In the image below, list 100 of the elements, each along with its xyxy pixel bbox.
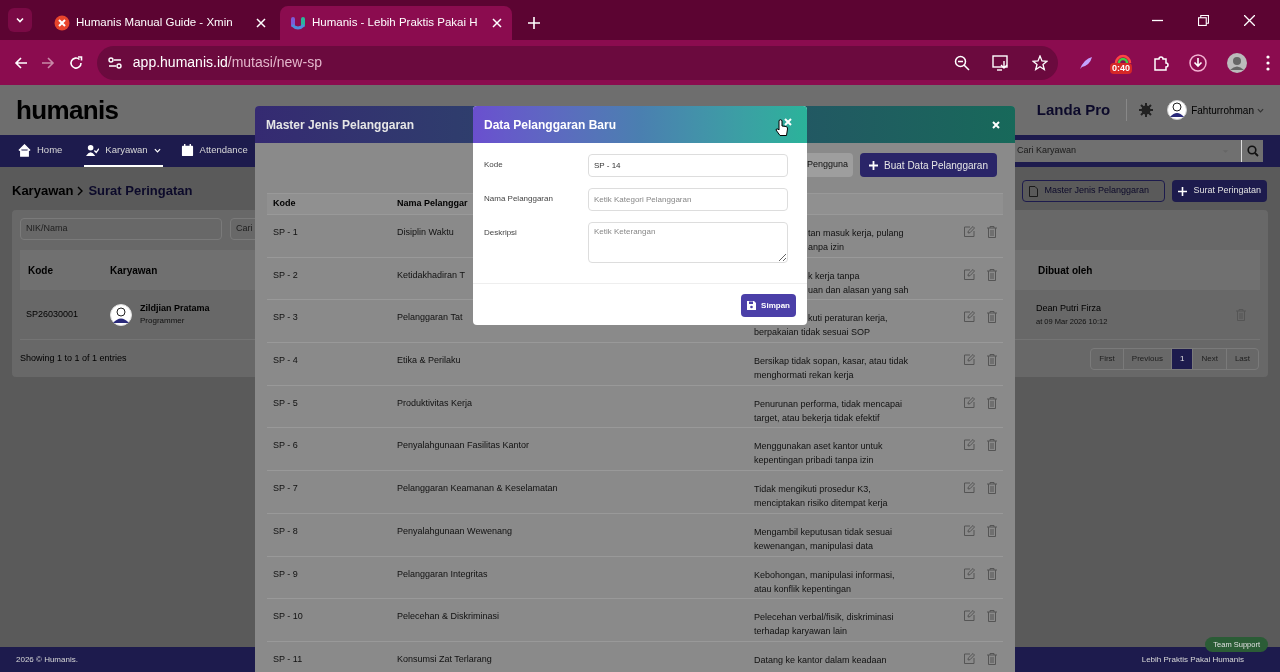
puzzle-icon[interactable] — [1152, 53, 1170, 72]
trash-icon[interactable] — [987, 439, 997, 452]
plus-icon — [528, 17, 540, 29]
table-cell: Pelecehan & Diskriminasi — [397, 611, 500, 622]
trash-icon[interactable] — [987, 354, 997, 367]
table-cell-text: Dean Putri Firza — [1036, 302, 1103, 316]
close-icon[interactable] — [992, 120, 1000, 129]
footer-text: Lebih Praktis Pakai Humanis — [1141, 653, 1244, 666]
nav-icon — [18, 143, 31, 157]
table-cell: Penyalahgunaan Fasilitas Kantor — [397, 440, 530, 451]
table-cell-text: SP - 1 — [272, 226, 299, 239]
nav-icon — [86, 143, 100, 157]
column-header: Kode — [272, 197, 297, 211]
caret-icon — [153, 147, 161, 153]
browser-tab[interactable]: Humanis - Lebih Praktis Pakai H — [280, 6, 512, 40]
trash-icon[interactable] — [987, 268, 997, 281]
modal-title: Master Jenis Pelanggaran — [266, 116, 415, 134]
edit-icon[interactable] — [964, 354, 975, 366]
table-cell-text: kuti peraturan kerja, — [808, 312, 888, 326]
edit-icon[interactable] — [964, 268, 975, 280]
edit-icon[interactable] — [964, 226, 975, 237]
table-cell: Disiplin Waktu — [397, 227, 454, 237]
nav-item[interactable]: Attendance — [178, 135, 250, 167]
table-cell-text: SP - 10 — [272, 610, 304, 624]
edit-icon[interactable] — [964, 567, 975, 579]
employee-search-field[interactable]: Cari Karyawan — [1015, 140, 1263, 162]
field-label: Deskripsi — [484, 227, 518, 239]
address-bar[interactable]: app.humanis.id/mutasi/new-sp — [96, 45, 1058, 80]
plus-icon — [869, 160, 879, 170]
text-area[interactable]: Ketik Keterangan — [588, 222, 788, 263]
edit-icon[interactable] — [964, 652, 975, 664]
trash-icon[interactable] — [987, 226, 997, 238]
download-icon[interactable] — [1188, 52, 1208, 73]
table-cell-text: kewenangan, manipulasi data — [754, 539, 874, 553]
nav-item[interactable]: Karyawan — [84, 135, 163, 167]
field-label: Kode — [484, 159, 504, 171]
column-header: Nama Pelanggar — [397, 197, 468, 211]
edit-icon[interactable] — [964, 482, 975, 494]
profile-avatar-icon[interactable] — [1226, 51, 1248, 74]
extension-button[interactable]: 0:40 — [1112, 50, 1134, 75]
feather-icon[interactable] — [1078, 54, 1094, 71]
browser-tab[interactable]: Humanis Manual Guide - Xmin — [44, 6, 276, 40]
save-button[interactable]: Simpan — [741, 294, 796, 317]
table-cell: Pelanggaran Tat — [397, 312, 463, 323]
table-cell-text: k kerja tanpa — [808, 269, 860, 283]
close-icon[interactable] — [492, 18, 502, 28]
table-cell-text: anpa izin — [808, 241, 845, 254]
input-field[interactable]: Ketik Kategori Pelanggaran — [588, 188, 788, 211]
avatar-icon — [110, 303, 132, 326]
trash-icon[interactable] — [987, 652, 997, 665]
trash-icon[interactable] — [987, 311, 997, 324]
star-icon[interactable] — [1032, 54, 1048, 71]
chevron-down-icon — [15, 15, 25, 25]
trash-icon[interactable] — [987, 482, 997, 495]
install-app-icon[interactable] — [992, 54, 1010, 71]
edit-icon[interactable] — [964, 439, 975, 451]
table-cell-text: atau konflik kepentingan — [754, 582, 852, 596]
column-header: Kode — [27, 263, 54, 278]
trash-icon[interactable] — [987, 610, 997, 623]
page-button[interactable]: 1 — [1170, 349, 1193, 369]
favicon-icon — [54, 15, 70, 31]
table-cell-text: Mengambil keputusan tidak sesuai — [754, 525, 893, 539]
table-cell-text: SP - 9 — [272, 567, 299, 581]
breadcrumb-current: Surat Peringatan — [88, 182, 193, 201]
trash-icon[interactable] — [987, 396, 997, 409]
table-cell-text: Datang ke kantor dalam keadaan — [754, 653, 887, 667]
edit-icon[interactable] — [964, 610, 975, 622]
favicon-icon — [290, 15, 306, 31]
edit-icon[interactable] — [964, 524, 975, 536]
tab-title: Humanis - Lebih Praktis Pakai H — [312, 15, 478, 31]
plus-icon — [1178, 186, 1188, 196]
table-cell-text: Menggunakan aset kantor untuk — [754, 440, 883, 454]
table-cell-text: SP - 2 — [272, 268, 299, 282]
edit-icon[interactable] — [964, 396, 975, 408]
user-menu[interactable]: Fahturrohman — [1191, 102, 1264, 118]
zoom-icon[interactable] — [954, 54, 970, 71]
edit-icon[interactable] — [964, 311, 975, 323]
user-avatar-icon[interactable] — [1167, 100, 1188, 120]
table-cell-text: Bersikap tidak sopan, kasar, atau tidak — [754, 355, 909, 369]
add-button[interactable]: Surat Peringatan — [1172, 180, 1267, 202]
table-cell: Etika & Perilaku — [397, 355, 461, 366]
table-cell: Penyalahgunaan Wewenang — [397, 525, 512, 536]
employee-role: Programmer — [140, 315, 186, 328]
table-cell-text: Penurunan performa, tidak mencapai — [754, 397, 903, 411]
nav-item[interactable]: Home — [16, 135, 65, 167]
settings-icon[interactable] — [1139, 103, 1154, 117]
tab-list-button[interactable] — [8, 8, 32, 32]
close-icon — [1243, 14, 1255, 26]
trash-icon[interactable] — [987, 567, 997, 580]
logo: humanis — [16, 93, 119, 127]
back-arrow-icon — [13, 55, 28, 70]
site-settings-icon[interactable] — [106, 54, 123, 71]
close-icon[interactable] — [256, 18, 266, 28]
table-cell-text: SP - 11 — [272, 652, 304, 666]
create-button[interactable]: Buat Data Pelanggaran — [860, 153, 997, 177]
trash-icon[interactable] — [987, 524, 997, 537]
table-cell: Konsumsi Zat Terlarang — [397, 653, 492, 664]
table-cell-text: SP - 6 — [272, 439, 299, 453]
input-field[interactable]: SP - 14 — [588, 154, 788, 177]
menu-icon[interactable] — [1266, 54, 1270, 71]
